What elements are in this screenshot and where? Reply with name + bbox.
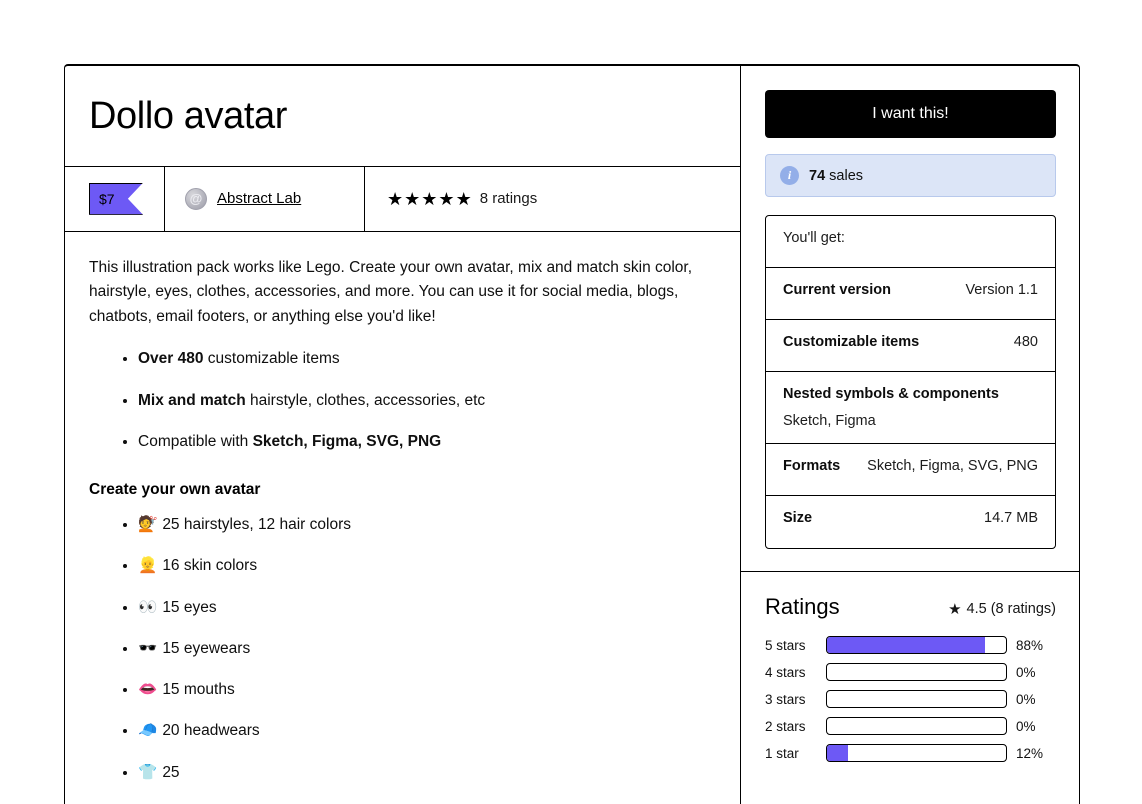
- ratings-histogram: 5 stars 88% 4 stars 0% 3 stars 0% 2 stars 0% 1 s…: [765, 636, 1056, 762]
- sales-badge: i 74 sales: [765, 154, 1056, 197]
- detail-label: Formats: [783, 458, 841, 474]
- histogram-row: 5 stars 88%: [765, 636, 1056, 654]
- histogram-bar: [826, 690, 1007, 708]
- detail-label: Nested symbols & components: [783, 386, 999, 402]
- histogram-row: 4 stars 0%: [765, 663, 1056, 681]
- ratings-title: Ratings: [765, 594, 840, 619]
- creator-link[interactable]: Abstract Lab: [217, 190, 301, 207]
- item-emoji-icon: 💇: [138, 515, 158, 533]
- ratings-summary: ★ 4.5 (8 ratings): [948, 600, 1056, 618]
- youll-get-row: You'll get:: [766, 216, 1055, 268]
- table-row: Size 14.7 MB: [766, 496, 1055, 548]
- list-item: 👄15 mouths: [138, 678, 716, 701]
- price-cell: $7: [65, 166, 165, 231]
- histogram-row: 3 stars 0%: [765, 690, 1056, 708]
- histogram-bar-fill: [827, 745, 849, 761]
- ratings-header: Ratings ★ 4.5 (8 ratings): [765, 594, 1056, 620]
- detail-value: Sketch, Figma, SVG, PNG: [867, 458, 1038, 474]
- ratings-section: Ratings ★ 4.5 (8 ratings) 5 stars 88% 4 st…: [741, 572, 1079, 771]
- creator-cell[interactable]: @ Abstract Lab: [165, 166, 365, 231]
- rating-cell: ★ ★ ★ ★ ★ 8 ratings: [365, 167, 557, 231]
- page-title: Dollo avatar: [89, 95, 287, 137]
- product-meta-bar: $7 @ Abstract Lab ★ ★ ★ ★ ★ 8 ratings: [65, 166, 740, 232]
- table-row: Nested symbols & components Sketch, Figma: [766, 372, 1055, 444]
- list-item: 👀15 eyes: [138, 596, 716, 619]
- list-item: Compatible with Sketch, Figma, SVG, PNG: [138, 430, 716, 453]
- title-block: Dollo avatar: [65, 66, 740, 167]
- histogram-percent: 88%: [1016, 637, 1044, 653]
- histogram-percent: 0%: [1016, 691, 1036, 707]
- histogram-percent: 12%: [1016, 745, 1044, 761]
- histogram-label: 1 star: [765, 745, 799, 761]
- star-icon: ★: [438, 188, 455, 209]
- section-heading: Create your own avatar: [89, 481, 261, 498]
- list-item: 👱16 skin colors: [138, 554, 716, 577]
- item-emoji-icon: 🕶️: [138, 638, 158, 657]
- buy-button[interactable]: I want this!: [765, 90, 1056, 138]
- table-row: Formats Sketch, Figma, SVG, PNG: [766, 444, 1055, 496]
- detail-value: Version 1.1: [965, 282, 1038, 298]
- detail-label: Size: [783, 510, 813, 526]
- histogram-label: 3 stars: [765, 691, 806, 707]
- histogram-label: 2 stars: [765, 718, 806, 734]
- product-card: Dollo avatar $7 @ Abstract Lab ★ ★ ★ ★ ★ 8 r…: [64, 64, 1080, 804]
- detail-label: Current version: [783, 282, 891, 298]
- list-item: 👕25: [138, 761, 716, 784]
- table-row: Current version Version 1.1: [766, 268, 1055, 320]
- item-emoji-icon: 👱: [138, 556, 158, 575]
- histogram-bar: [826, 744, 1007, 762]
- list-item: Over 480 customizable items: [138, 347, 716, 370]
- main-content-column: Dollo avatar $7 @ Abstract Lab ★ ★ ★ ★ ★ 8 r…: [65, 66, 741, 804]
- details-table: You'll get: Current version Version 1.1 Cu…: [765, 215, 1056, 549]
- info-icon: i: [780, 166, 799, 185]
- detail-value: 14.7 MB: [984, 510, 1038, 526]
- sales-count-label: 74 sales: [809, 167, 864, 184]
- detail-label: Customizable items: [783, 334, 920, 350]
- detail-value: Sketch, Figma: [783, 413, 876, 429]
- ratings-summary-text: 4.5 (8 ratings): [966, 601, 1056, 617]
- star-icon: ★: [455, 188, 472, 209]
- list-item: 🧢20 headwears: [138, 719, 716, 742]
- item-emoji-icon: 👕: [138, 762, 158, 781]
- ratings-count-label: 8 ratings: [479, 190, 538, 208]
- histogram-bar-fill: [827, 637, 985, 653]
- youll-get-label: You'll get:: [783, 230, 845, 246]
- histogram-row: 1 star 12%: [765, 744, 1056, 762]
- list-item: 💇25 hairstyles, 12 hair colors: [138, 513, 716, 536]
- avatar-item-list: 💇25 hairstyles, 12 hair colors 👱16 skin c…: [89, 513, 716, 784]
- product-description: This illustration pack works like Lego. …: [65, 232, 740, 804]
- histogram-label: 4 stars: [765, 664, 806, 680]
- table-row: Customizable items 480: [766, 320, 1055, 372]
- histogram-percent: 0%: [1016, 664, 1036, 680]
- histogram-bar: [826, 663, 1007, 681]
- histogram-percent: 0%: [1016, 718, 1036, 734]
- star-icon: ★: [948, 601, 962, 618]
- star-icon: ★: [387, 188, 404, 209]
- item-emoji-icon: 👄: [138, 680, 158, 698]
- detail-rows-container: Current version Version 1.1 Customizable i…: [766, 268, 1055, 548]
- item-emoji-icon: 👀: [138, 597, 158, 616]
- star-icon: ★: [421, 188, 438, 209]
- detail-value: 480: [1013, 334, 1038, 350]
- price-tag: $7: [89, 182, 143, 215]
- avatar: @: [185, 187, 207, 210]
- product-sidebar: I want this! i 74 sales You'll get: Curr…: [741, 66, 1079, 804]
- star-icon: ★: [404, 188, 421, 209]
- list-item: Mix and match hairstyle, clothes, access…: [138, 389, 716, 412]
- histogram-label: 5 stars: [765, 637, 806, 653]
- star-rating-icons: ★ ★ ★ ★ ★: [387, 190, 472, 208]
- sidebar-purchase-section: I want this! i 74 sales You'll get: Curr…: [741, 66, 1079, 572]
- description-paragraph: This illustration pack works like Lego. …: [89, 258, 693, 325]
- histogram-bar: [826, 636, 1007, 654]
- feature-bullet-list: Over 480 customizable items Mix and match…: [89, 347, 716, 453]
- histogram-bar: [826, 717, 1007, 735]
- histogram-row: 2 stars 0%: [765, 717, 1056, 735]
- item-emoji-icon: 🧢: [138, 721, 158, 740]
- list-item: 🕶️15 eyewears: [138, 637, 716, 660]
